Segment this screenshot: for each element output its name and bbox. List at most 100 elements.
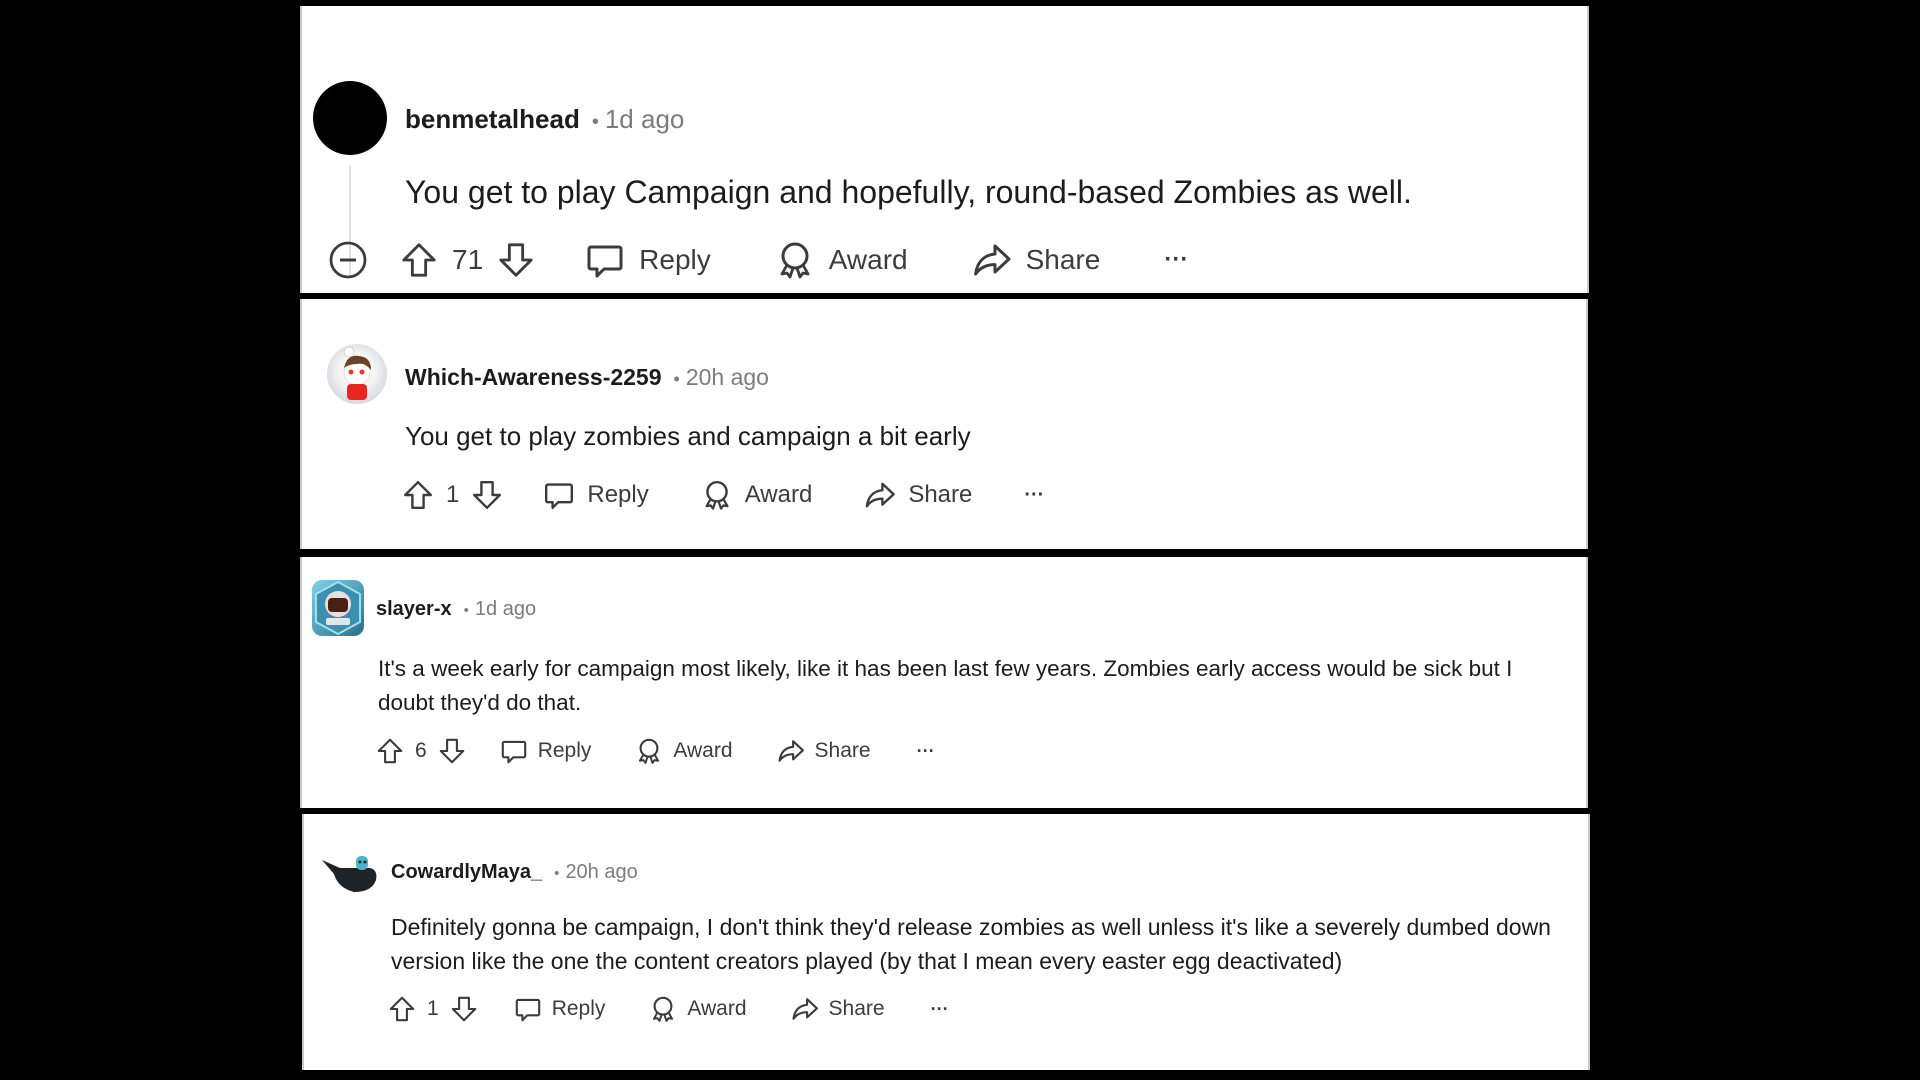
upvote-button[interactable]	[402, 479, 434, 511]
separator: •	[591, 111, 599, 133]
reply-label: Reply	[537, 739, 592, 762]
reply-icon	[585, 240, 625, 280]
comment-text: Definitely gonna be campaign, I don't th…	[391, 910, 1551, 978]
downvote-button[interactable]	[471, 479, 503, 511]
action-bar: 1 Reply Award Share ···	[402, 479, 1044, 511]
reply-button[interactable]: Reply	[500, 737, 592, 765]
timestamp[interactable]: 1d ago	[605, 104, 685, 135]
score: 1	[427, 997, 439, 1020]
score: 71	[452, 244, 484, 275]
action-bar: 6 Reply Award Share ···	[376, 737, 935, 765]
more-options-button[interactable]: ···	[1164, 246, 1188, 274]
comment-header: slayer-x • 1d ago	[376, 598, 536, 621]
comment-text-line: version like the one the content creator…	[391, 948, 1343, 974]
more-icon: ···	[916, 740, 935, 761]
upvote-button[interactable]	[376, 737, 404, 765]
creature-avatar-icon	[322, 856, 377, 892]
more-icon: ···	[930, 998, 949, 1019]
award-label: Award	[673, 739, 733, 762]
reply-button[interactable]: Reply	[514, 995, 606, 1023]
downvote-icon	[438, 737, 466, 765]
share-label: Share	[1025, 244, 1101, 275]
comment-header: Which-Awareness-2259 • 20h ago	[405, 364, 769, 391]
avatar[interactable]	[313, 81, 387, 155]
award-label: Award	[828, 244, 908, 275]
comment-card: benmetalhead • 1d ago You get to play Ca…	[300, 6, 1589, 293]
award-button[interactable]: Award	[775, 240, 908, 280]
avatar[interactable]	[320, 852, 380, 898]
more-options-button[interactable]: ···	[917, 741, 935, 762]
award-button[interactable]: Award	[649, 995, 747, 1023]
upvote-button[interactable]	[400, 241, 438, 279]
share-button[interactable]: Share	[972, 240, 1101, 280]
reply-icon	[543, 479, 575, 511]
username[interactable]: slayer-x	[376, 598, 452, 621]
helmet-avatar-icon	[315, 580, 361, 636]
more-options-button[interactable]: ···	[931, 999, 949, 1020]
avatar[interactable]	[312, 580, 364, 636]
reply-button[interactable]: Reply	[543, 479, 649, 511]
comment-text-line: doubt they'd do that.	[378, 690, 582, 715]
downvote-icon	[471, 479, 503, 511]
award-button[interactable]: Award	[635, 737, 733, 765]
reply-label: Reply	[587, 481, 649, 508]
award-icon	[701, 479, 733, 511]
reply-icon	[500, 737, 528, 765]
downvote-icon	[450, 995, 478, 1023]
collapse-button[interactable]	[328, 240, 368, 280]
share-icon	[777, 737, 805, 765]
downvote-button[interactable]	[438, 737, 466, 765]
reply-label: Reply	[639, 244, 711, 275]
upvote-icon	[376, 737, 404, 765]
award-icon	[649, 995, 677, 1023]
award-label: Award	[687, 997, 747, 1020]
score: 1	[446, 481, 460, 508]
username[interactable]: CowardlyMaya_	[391, 861, 542, 884]
more-options-button[interactable]: ···	[1024, 484, 1044, 507]
comment-card: CowardlyMaya_ • 20h ago Definitely gonna…	[302, 814, 1590, 1070]
more-icon: ···	[1024, 483, 1045, 506]
downvote-icon	[497, 241, 535, 279]
upvote-button[interactable]	[388, 995, 416, 1023]
share-icon	[791, 995, 819, 1023]
comment-text: It's a week early for campaign most like…	[378, 652, 1512, 720]
upvote-icon	[388, 995, 416, 1023]
comment-text-line: Definitely gonna be campaign, I don't th…	[391, 914, 1551, 940]
downvote-button[interactable]	[497, 241, 535, 279]
downvote-button[interactable]	[450, 995, 478, 1023]
comment-header: CowardlyMaya_ • 20h ago	[391, 861, 638, 884]
comment-text: You get to play Campaign and hopefully, …	[405, 174, 1412, 210]
timestamp[interactable]: 1d ago	[475, 598, 536, 621]
timestamp[interactable]: 20h ago	[686, 364, 769, 391]
collapse-icon	[328, 240, 368, 280]
upvote-icon	[402, 479, 434, 511]
share-icon	[972, 240, 1012, 280]
share-label: Share	[828, 997, 885, 1020]
timestamp[interactable]: 20h ago	[565, 861, 637, 884]
comment-card: Which-Awareness-2259 • 20h ago You get t…	[300, 299, 1588, 549]
username[interactable]: Which-Awareness-2259	[405, 364, 662, 391]
reply-label: Reply	[551, 997, 606, 1020]
share-button[interactable]: Share	[777, 737, 871, 765]
reply-icon	[514, 995, 542, 1023]
separator: •	[463, 602, 469, 619]
more-icon: ···	[1164, 246, 1189, 273]
comment-card: slayer-x • 1d ago It's a week early for …	[300, 557, 1588, 808]
award-label: Award	[744, 481, 813, 508]
share-icon	[864, 479, 896, 511]
upvote-icon	[400, 241, 438, 279]
comment-text: You get to play zombies and campaign a b…	[405, 421, 971, 451]
avatar[interactable]	[327, 344, 387, 404]
action-bar: 71 Reply Award Share ···	[328, 240, 1188, 280]
share-button[interactable]: Share	[864, 479, 972, 511]
separator: •	[554, 865, 560, 882]
share-button[interactable]: Share	[791, 995, 885, 1023]
reply-button[interactable]: Reply	[585, 240, 711, 280]
score: 6	[415, 739, 427, 762]
username[interactable]: benmetalhead	[405, 104, 580, 135]
action-bar: 1 Reply Award Share ···	[388, 995, 949, 1023]
share-label: Share	[814, 739, 871, 762]
share-label: Share	[908, 481, 973, 508]
award-icon	[775, 240, 815, 280]
award-button[interactable]: Award	[701, 479, 813, 511]
